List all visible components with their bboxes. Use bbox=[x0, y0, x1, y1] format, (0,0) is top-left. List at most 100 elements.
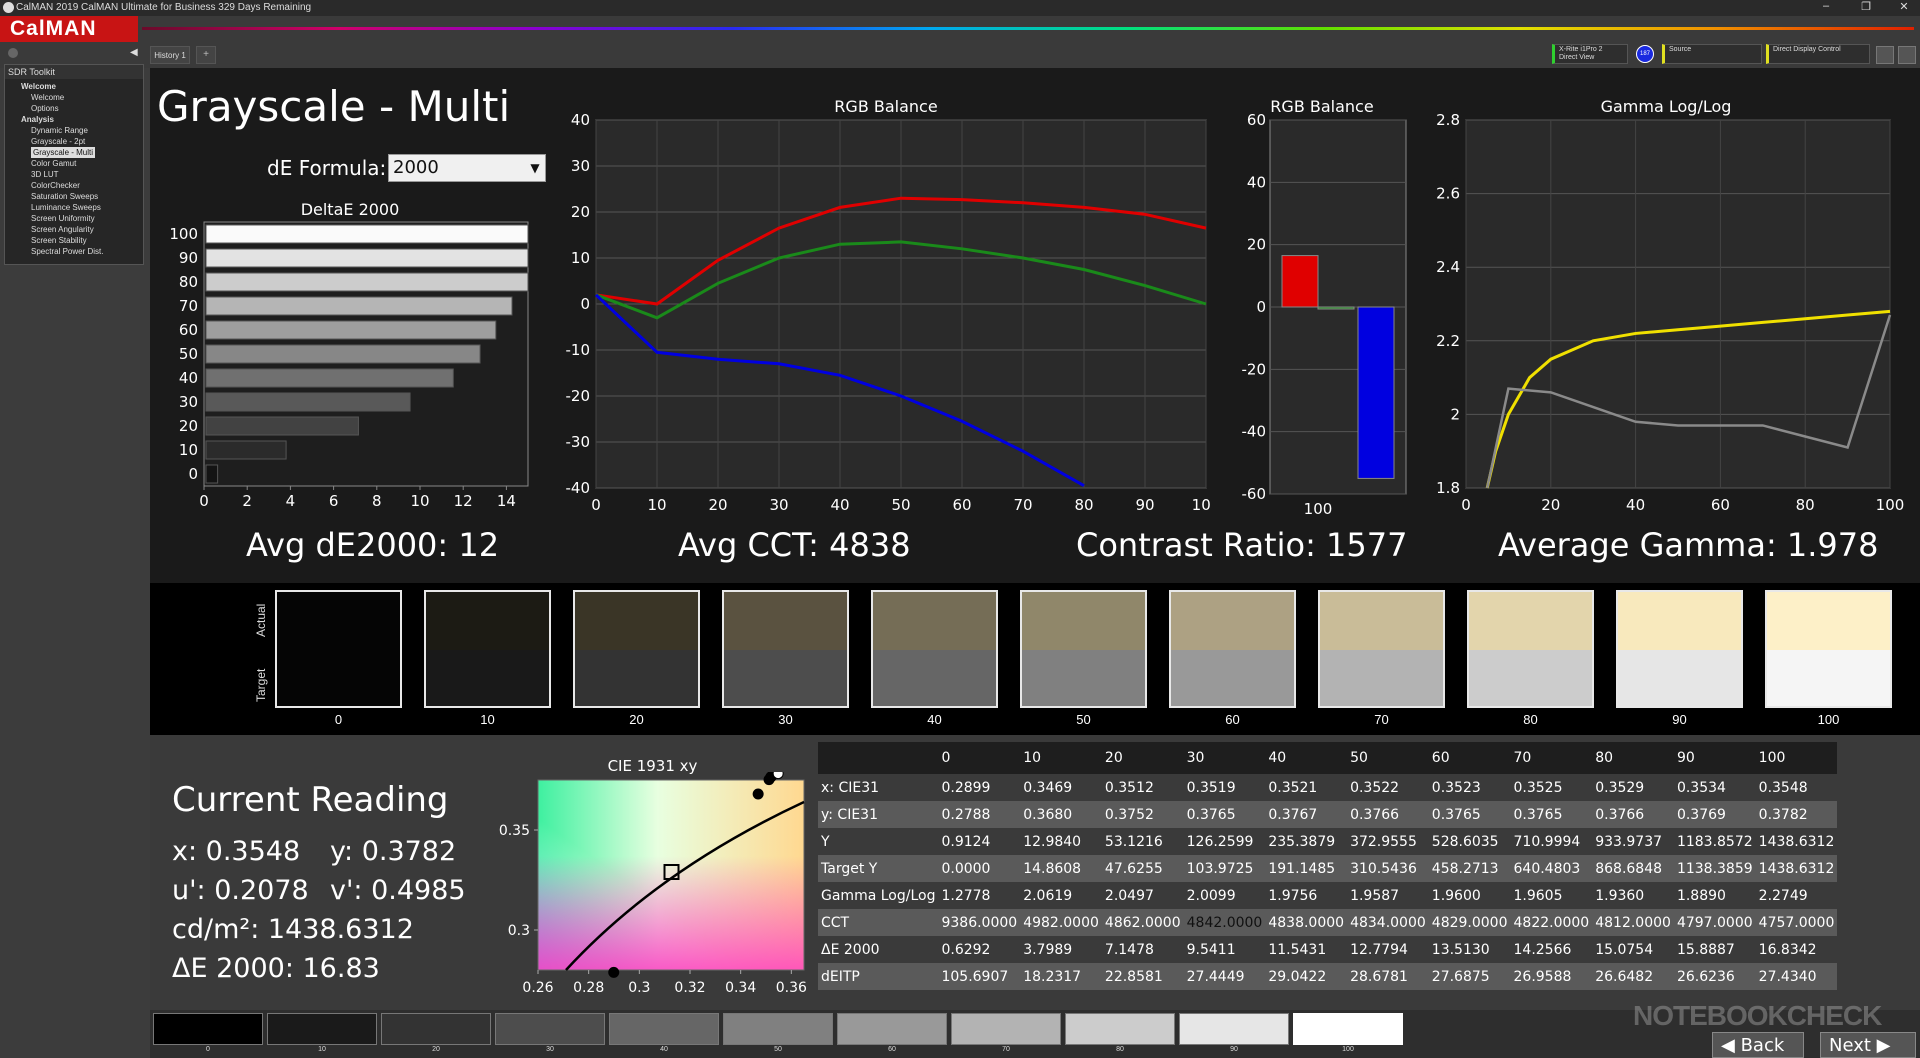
patch-button[interactable] bbox=[495, 1013, 605, 1045]
table-row[interactable]: CCT 9386.0000 4982.0000 4862.0000 4842.0000 4… bbox=[818, 909, 1838, 936]
table-cell[interactable]: 1438.6312 bbox=[1755, 855, 1838, 882]
table-cell[interactable]: 16.8342 bbox=[1755, 936, 1838, 963]
help-icon[interactable] bbox=[1898, 46, 1916, 64]
table-cell[interactable]: 15.8887 bbox=[1673, 936, 1756, 963]
swatch[interactable] bbox=[1020, 590, 1147, 708]
table-cell[interactable]: 2.0497 bbox=[1101, 882, 1184, 909]
swatch[interactable] bbox=[871, 590, 998, 708]
table-row[interactable]: ΔE 2000 0.6292 3.7989 7.1478 9.5411 11.5431 12… bbox=[818, 936, 1838, 963]
table-cell[interactable]: 528.6035 bbox=[1428, 828, 1511, 855]
back-button[interactable]: ◀ Back bbox=[1712, 1032, 1804, 1058]
table-cell[interactable]: 11.5431 bbox=[1265, 936, 1348, 963]
table-cell[interactable]: 0.3522 bbox=[1347, 774, 1429, 801]
table-cell[interactable]: 7.1478 bbox=[1101, 936, 1184, 963]
close-icon[interactable]: ✕ bbox=[1890, 0, 1918, 16]
meter-selector[interactable]: X-Rite i1Pro 2 Direct View bbox=[1552, 44, 1628, 64]
sidebar-item-saturation-sweeps[interactable]: Saturation Sweeps bbox=[9, 191, 143, 202]
patch-button[interactable] bbox=[609, 1013, 719, 1045]
table-cell[interactable]: 9386.0000 bbox=[938, 909, 1021, 936]
table-cell[interactable]: 0.3767 bbox=[1265, 801, 1348, 828]
table-row-label[interactable]: dEITP bbox=[818, 963, 939, 990]
table-row-label[interactable]: Y bbox=[818, 828, 939, 855]
table-cell[interactable]: 4842.0000 bbox=[1183, 909, 1266, 936]
next-button[interactable]: Next ▶ bbox=[1820, 1032, 1916, 1058]
patch-button[interactable] bbox=[837, 1013, 947, 1045]
table-cell[interactable]: 27.6875 bbox=[1428, 963, 1511, 990]
table-row[interactable]: dEITP 105.6907 18.2317 22.8581 27.4449 29.042… bbox=[818, 963, 1838, 990]
table-cell[interactable]: 22.8581 bbox=[1101, 963, 1184, 990]
table-cell[interactable]: 0.3534 bbox=[1673, 774, 1756, 801]
patch-button[interactable] bbox=[153, 1013, 263, 1045]
table-cell[interactable]: 1.9605 bbox=[1510, 882, 1593, 909]
gear-icon[interactable] bbox=[1876, 46, 1894, 64]
table-row-label[interactable]: Gamma Log/Log bbox=[818, 882, 939, 909]
table-cell[interactable]: 13.5130 bbox=[1428, 936, 1511, 963]
swatch[interactable] bbox=[573, 590, 700, 708]
table-cell[interactable]: 15.0754 bbox=[1592, 936, 1674, 963]
table-cell[interactable]: 0.3512 bbox=[1101, 774, 1184, 801]
table-cell[interactable]: 1.9756 bbox=[1265, 882, 1348, 909]
table-cell[interactable]: 27.4449 bbox=[1183, 963, 1266, 990]
table-cell[interactable]: 0.3765 bbox=[1510, 801, 1593, 828]
table-cell[interactable]: 191.1485 bbox=[1265, 855, 1348, 882]
table-row[interactable]: x: CIE31 0.2899 0.3469 0.3512 0.3519 0.3521 0.… bbox=[818, 774, 1838, 801]
table-row-label[interactable]: x: CIE31 bbox=[818, 774, 939, 801]
swatch[interactable] bbox=[1318, 590, 1445, 708]
table-row-label[interactable]: ΔE 2000 bbox=[818, 936, 939, 963]
sidebar-item-options[interactable]: Options bbox=[9, 103, 143, 114]
table-cell[interactable]: 0.3765 bbox=[1183, 801, 1266, 828]
swatch[interactable] bbox=[275, 590, 402, 708]
sidebar-item-grayscale-multi[interactable]: Grayscale - Multi bbox=[9, 147, 143, 158]
table-cell[interactable]: 235.3879 bbox=[1265, 828, 1348, 855]
table-cell[interactable]: 1.9587 bbox=[1347, 882, 1429, 909]
patch-button[interactable] bbox=[267, 1013, 377, 1045]
sidebar-item-colorchecker[interactable]: ColorChecker bbox=[9, 180, 143, 191]
table-cell[interactable]: 1438.6312 bbox=[1755, 828, 1838, 855]
table-cell[interactable]: 640.4803 bbox=[1510, 855, 1593, 882]
table-cell[interactable]: 1.2778 bbox=[938, 882, 1021, 909]
table-cell[interactable]: 4862.0000 bbox=[1101, 909, 1184, 936]
table-cell[interactable]: 0.3523 bbox=[1428, 774, 1511, 801]
table-cell[interactable]: 53.1216 bbox=[1101, 828, 1184, 855]
swatch[interactable] bbox=[1616, 590, 1743, 708]
table-cell[interactable]: 12.9840 bbox=[1020, 828, 1102, 855]
table-cell[interactable]: 1.9360 bbox=[1592, 882, 1674, 909]
patch-button[interactable] bbox=[1293, 1013, 1403, 1045]
patch-button[interactable] bbox=[381, 1013, 491, 1045]
table-cell[interactable]: 29.0422 bbox=[1265, 963, 1348, 990]
patch-button[interactable] bbox=[1065, 1013, 1175, 1045]
sidebar-item-spectral-power[interactable]: Spectral Power Dist. bbox=[9, 246, 143, 257]
table-cell[interactable]: 0.9124 bbox=[938, 828, 1021, 855]
source-selector[interactable]: Source bbox=[1662, 44, 1762, 64]
table-cell[interactable]: 4797.0000 bbox=[1673, 909, 1756, 936]
table-cell[interactable]: 4822.0000 bbox=[1510, 909, 1593, 936]
patch-button[interactable] bbox=[723, 1013, 833, 1045]
table-cell[interactable]: 126.2599 bbox=[1183, 828, 1266, 855]
table-cell[interactable]: 4812.0000 bbox=[1592, 909, 1674, 936]
table-cell[interactable]: 1.8890 bbox=[1673, 882, 1756, 909]
table-row[interactable]: Gamma Log/Log 1.2778 2.0619 2.0497 2.0099 1.9… bbox=[818, 882, 1838, 909]
table-cell[interactable]: 4838.0000 bbox=[1265, 909, 1348, 936]
table-cell[interactable]: 1.9600 bbox=[1428, 882, 1511, 909]
table-cell[interactable]: 4757.0000 bbox=[1755, 909, 1838, 936]
sidebar-item-3d-lut[interactable]: 3D LUT bbox=[9, 169, 143, 180]
table-cell[interactable]: 103.9725 bbox=[1183, 855, 1266, 882]
table-row-label[interactable]: Target Y bbox=[818, 855, 939, 882]
table-cell[interactable]: 0.0000 bbox=[938, 855, 1021, 882]
table-cell[interactable]: 1138.3859 bbox=[1673, 855, 1756, 882]
table-cell[interactable]: 0.2899 bbox=[938, 774, 1021, 801]
table-cell[interactable]: 0.3519 bbox=[1183, 774, 1266, 801]
table-cell[interactable]: 0.3469 bbox=[1020, 774, 1102, 801]
table-cell[interactable]: 372.9555 bbox=[1347, 828, 1429, 855]
table-cell[interactable]: 458.2713 bbox=[1428, 855, 1511, 882]
table-cell[interactable]: 0.3521 bbox=[1265, 774, 1348, 801]
table-cell[interactable]: 12.7794 bbox=[1347, 936, 1429, 963]
patch-button[interactable] bbox=[951, 1013, 1061, 1045]
swatch[interactable] bbox=[1467, 590, 1594, 708]
table-cell[interactable]: 18.2317 bbox=[1020, 963, 1102, 990]
table-cell[interactable]: 105.6907 bbox=[938, 963, 1021, 990]
table-cell[interactable]: 0.6292 bbox=[938, 936, 1021, 963]
table-cell[interactable]: 1183.8572 bbox=[1673, 828, 1756, 855]
tab-history[interactable]: History 1 bbox=[150, 46, 190, 64]
table-cell[interactable]: 0.3782 bbox=[1755, 801, 1838, 828]
